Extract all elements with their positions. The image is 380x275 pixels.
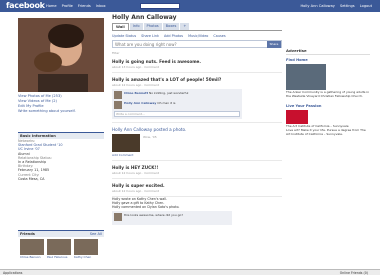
avatar[interactable] (114, 101, 122, 109)
nav-friends[interactable]: Friends (78, 4, 91, 8)
posted-photo[interactable] (112, 134, 140, 152)
tab-add[interactable]: + (180, 23, 190, 30)
facebook-logo[interactable]: facebook (6, 1, 45, 10)
nav-inbox[interactable]: Inbox (96, 4, 106, 8)
friends-header: Friends See All (18, 230, 104, 237)
causes-button[interactable]: Causes (213, 34, 225, 38)
tab-wall[interactable]: Wall (112, 23, 129, 30)
chat-bar: Applications Online Friends (0) (0, 269, 380, 275)
friend-grid: Chloe Benson Paul Fabulous Kathy Chen (18, 237, 104, 261)
tab-photos[interactable]: Photos (143, 23, 162, 30)
online-friends-button[interactable]: Online Friends (0) (340, 271, 368, 275)
comment: this looks awesome, where did you go? (114, 213, 230, 221)
friend-photo[interactable] (20, 239, 44, 255)
ad-title[interactable]: Live Your Passion (286, 104, 370, 108)
comment: Chloe Bennett No kidding, just wonderful (114, 91, 240, 99)
publisher-actions: Update Status Share Link Add Photos Musi… (112, 34, 282, 38)
music-video-button[interactable]: Music/Video (188, 34, 208, 38)
info-row: Costa Mesa, CA (18, 176, 45, 181)
share-button[interactable]: Share (267, 41, 281, 48)
ad-text: Love art? Make it your life. Pursue a de… (286, 128, 366, 137)
nav-profile[interactable]: Profile (62, 4, 73, 8)
topbar: facebook Home Profile Friends Inbox Holl… (0, 0, 380, 12)
mini-feed-item: Holly commented on Dylan Sato's photo. (112, 205, 180, 209)
avatar[interactable] (114, 213, 122, 221)
top-nav: Home Profile Friends Inbox (46, 4, 106, 8)
see-all-link[interactable]: See All (90, 232, 102, 236)
share-link-button[interactable]: Share Link (141, 34, 159, 38)
feed-story: Holly is going nuts. Feed is awesome. ab… (112, 59, 282, 73)
comment-thread: Chloe Bennett No kidding, just wonderful… (112, 89, 242, 119)
profile-tabs: Wall Info Photos Boxes + (112, 23, 282, 31)
friend-tile[interactable]: Kathy Chen (74, 239, 98, 259)
feed-story: Holly is super excited. about 12 hours a… (112, 183, 282, 197)
comment-thread: this looks awesome, where did you go? (112, 211, 232, 225)
ads-header[interactable]: Advertise (286, 48, 370, 55)
nav-home[interactable]: Home (46, 4, 57, 8)
feed-story: Holly Ann Calloway posted a photo. Wow, … (112, 127, 282, 161)
comment-input[interactable]: Write a comment... (114, 111, 240, 117)
comment: Holly Ann Calloway Oh man it is (114, 101, 240, 109)
ad-logo[interactable] (286, 109, 308, 124)
feed-story: Holly is HEY ZUCK!! about 12 hours ago ·… (112, 165, 282, 179)
tab-info[interactable]: Info (129, 23, 143, 30)
tab-boxes[interactable]: Boxes (162, 23, 180, 30)
friend-tile[interactable]: Paul Fabulous (47, 239, 71, 259)
status-input[interactable]: What are you doing right now? Share (112, 40, 282, 48)
nav-user[interactable]: Holly Ann Calloway (300, 4, 335, 8)
profile-links: View Photos of Me (253) View Videos of M… (18, 94, 76, 114)
basic-info: Basic Information Networks: Stanford Gra… (18, 132, 104, 181)
search-input[interactable] (140, 3, 180, 9)
profile-photo-image (18, 18, 104, 92)
applications-button[interactable]: Applications (3, 271, 22, 275)
nav-settings[interactable]: Settings (340, 4, 355, 8)
write-about-link[interactable]: Write something about yourself. (18, 109, 76, 114)
add-comment-link[interactable]: Add Comment (112, 153, 282, 157)
nav-logout[interactable]: Logout (360, 4, 372, 8)
friends-box: Friends See All Chloe Benson Paul Fabulo… (18, 230, 104, 261)
basic-info-header: Basic Information (18, 132, 104, 139)
friend-photo[interactable] (74, 239, 98, 255)
avatar[interactable] (114, 91, 122, 99)
update-status-button[interactable]: Update Status (112, 34, 136, 38)
friend-tile[interactable]: Chloe Benson (20, 239, 44, 259)
feed-story: Holly is amazed that's a LOT of people! … (112, 77, 282, 123)
top-right-nav: Holly Ann Calloway Settings Logout (300, 4, 372, 8)
feed-filter[interactable]: Filter (112, 51, 282, 55)
ad-title[interactable]: Find Home (286, 58, 370, 62)
right-column: Advertise Find Home The Anker Community … (286, 48, 370, 137)
main-column: Holly Ann Calloway Wall Info Photos Boxe… (112, 14, 282, 225)
profile-name: Holly Ann Calloway (112, 14, 177, 21)
ad-text: The Anker Community is a gathering of yo… (286, 90, 370, 98)
profile-photo[interactable] (18, 18, 104, 92)
friend-photo[interactable] (47, 239, 71, 255)
add-photos-button[interactable]: Add Photos (164, 34, 183, 38)
ad-image[interactable] (286, 64, 326, 90)
